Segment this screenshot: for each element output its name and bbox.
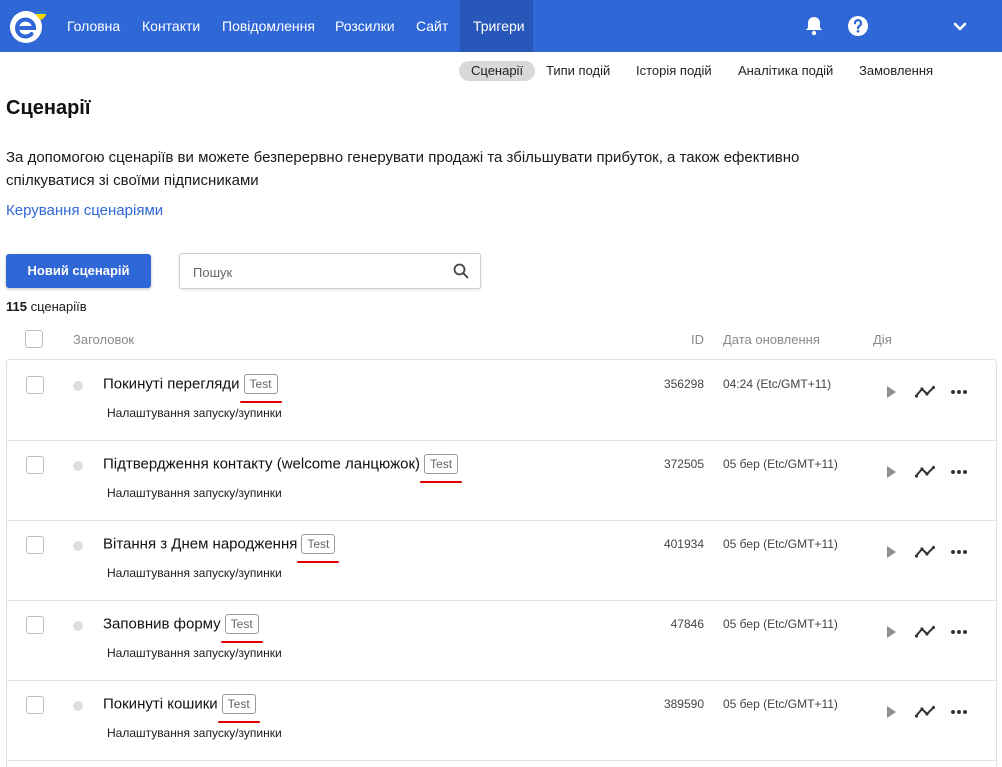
play-icon[interactable] <box>881 542 901 562</box>
test-tag: Test <box>420 454 463 483</box>
scenario-title[interactable]: Покинуті кошики <box>103 696 218 713</box>
analytics-icon[interactable] <box>915 702 935 722</box>
test-tag-label: Test <box>249 377 272 391</box>
esputnik-logo[interactable] <box>6 6 52 46</box>
row-checkbox[interactable] <box>26 376 44 394</box>
scenario-title[interactable]: Покинуті перегляди <box>103 376 240 393</box>
test-tag-label: Test <box>227 697 250 711</box>
row-checkbox[interactable] <box>26 456 44 474</box>
table-row[interactable]: Підтвердження контакту (welcome ланцюжок… <box>7 440 996 521</box>
highlight-underline <box>220 641 263 643</box>
updated-date: 05 бер (Etc/GMT+11) <box>723 457 838 471</box>
scenario-id: 401934 <box>663 537 704 551</box>
table-row[interactable]: Заповнив форму Test Налаштування запуску/… <box>7 600 996 681</box>
status-indicator <box>73 381 83 391</box>
scenario-count: 115 сценаріїв <box>6 299 87 314</box>
highlight-underline <box>420 481 463 483</box>
start-stop-settings-link[interactable]: Налаштування запуску/зупинки <box>107 486 282 500</box>
start-stop-settings-link[interactable]: Налаштування запуску/зупинки <box>107 406 282 420</box>
nav-triggers[interactable]: Тригери <box>460 0 533 52</box>
nav-home[interactable]: Головна <box>54 0 133 52</box>
analytics-icon[interactable] <box>915 462 935 482</box>
scenario-id: 47846 <box>670 617 704 631</box>
start-stop-settings-link[interactable]: Налаштування запуску/зупинки <box>107 566 282 580</box>
play-icon[interactable] <box>881 382 901 402</box>
nav-site[interactable]: Сайт <box>403 0 461 52</box>
test-tag-label: Test <box>430 457 453 471</box>
subnav-event-history[interactable]: Історія подій <box>624 61 724 81</box>
test-tag: Test <box>297 534 340 563</box>
status-indicator <box>73 621 83 631</box>
row-checkbox[interactable] <box>26 616 44 634</box>
row-checkbox[interactable] <box>26 696 44 714</box>
test-tag-label: Test <box>307 537 330 551</box>
scenario-count-number: 115 <box>6 299 27 314</box>
bell-icon[interactable] <box>802 14 826 38</box>
manage-scenarios-link[interactable]: Керування сценаріями <box>6 202 163 219</box>
scenario-title[interactable]: Заповнив форму <box>103 616 221 633</box>
page-description: За допомогою сценаріїв ви можете безпере… <box>6 149 800 189</box>
scenario-id: 372505 <box>663 457 704 471</box>
play-icon[interactable] <box>881 702 901 722</box>
help-icon[interactable] <box>846 14 870 38</box>
nav-campaigns[interactable]: Розсилки <box>322 0 408 52</box>
updated-date: 05 бер (Etc/GMT+11) <box>723 617 838 631</box>
subnav-event-analytics[interactable]: Аналітика подій <box>726 61 845 81</box>
page-title: Сценарії <box>6 97 91 119</box>
play-icon[interactable] <box>881 462 901 482</box>
test-tag: Test <box>220 614 263 643</box>
start-stop-settings-link[interactable]: Налаштування запуску/зупинки <box>107 646 282 660</box>
header-date[interactable]: Дата оновлення <box>723 332 820 347</box>
analytics-icon[interactable] <box>915 542 935 562</box>
status-indicator <box>73 461 83 471</box>
new-scenario-button[interactable]: Новий сценарій <box>6 254 151 288</box>
highlight-underline <box>297 561 340 563</box>
subnav-orders[interactable]: Замовлення <box>847 61 945 81</box>
highlight-underline <box>239 401 282 403</box>
table-row[interactable]: Покинуті перегляди Test Налаштування запу… <box>7 360 996 441</box>
test-tag-label: Test <box>230 617 253 631</box>
test-tag: Test <box>239 374 282 403</box>
nav-contacts[interactable]: Контакти <box>129 0 213 52</box>
updated-date: 05 бер (Etc/GMT+11) <box>723 537 838 551</box>
more-icon[interactable] <box>949 382 969 402</box>
subnav-event-types[interactable]: Типи подій <box>534 61 622 81</box>
analytics-icon[interactable] <box>915 622 935 642</box>
search-icon[interactable] <box>453 263 469 279</box>
start-stop-settings-link[interactable]: Налаштування запуску/зупинки <box>107 726 282 740</box>
nav-messages[interactable]: Повідомлення <box>209 0 328 52</box>
subnav-scenarios[interactable]: Сценарії <box>459 61 536 81</box>
row-checkbox[interactable] <box>26 536 44 554</box>
search-input[interactable] <box>193 262 443 282</box>
search-box <box>179 253 481 289</box>
scenario-list: Покинуті перегляди Test Налаштування запу… <box>6 359 997 767</box>
table-row[interactable]: Вітання з Днем народження Test Налаштуван… <box>7 520 996 601</box>
scenario-id: 389590 <box>663 697 704 711</box>
select-all-checkbox[interactable] <box>25 330 43 348</box>
updated-date: 05 бер (Etc/GMT+11) <box>723 697 838 711</box>
chevron-down-icon[interactable] <box>948 14 972 38</box>
play-icon[interactable] <box>881 622 901 642</box>
more-icon[interactable] <box>949 462 969 482</box>
status-indicator <box>73 701 83 711</box>
scenario-title[interactable]: Підтвердження контакту (welcome ланцюжок… <box>103 456 420 473</box>
updated-date: 04:24 (Etc/GMT+11) <box>723 377 832 391</box>
top-nav: Головна Контакти Повідомлення Розсилки С… <box>0 0 1002 52</box>
header-action: Дія <box>873 332 892 347</box>
status-indicator <box>73 541 83 551</box>
scenario-id: 356298 <box>663 377 704 391</box>
scenario-title[interactable]: Вітання з Днем народження <box>103 536 297 553</box>
more-icon[interactable] <box>949 542 969 562</box>
more-icon[interactable] <box>949 702 969 722</box>
table-row[interactable]: Покинуті кошики Test Налаштування запуску… <box>7 680 996 761</box>
test-tag: Test <box>217 694 260 723</box>
scenario-count-label: сценаріїв <box>26 299 87 314</box>
analytics-icon[interactable] <box>915 382 935 402</box>
header-title[interactable]: Заголовок <box>73 332 134 347</box>
highlight-underline <box>217 721 260 723</box>
header-id[interactable]: ID <box>691 332 704 347</box>
more-icon[interactable] <box>949 622 969 642</box>
